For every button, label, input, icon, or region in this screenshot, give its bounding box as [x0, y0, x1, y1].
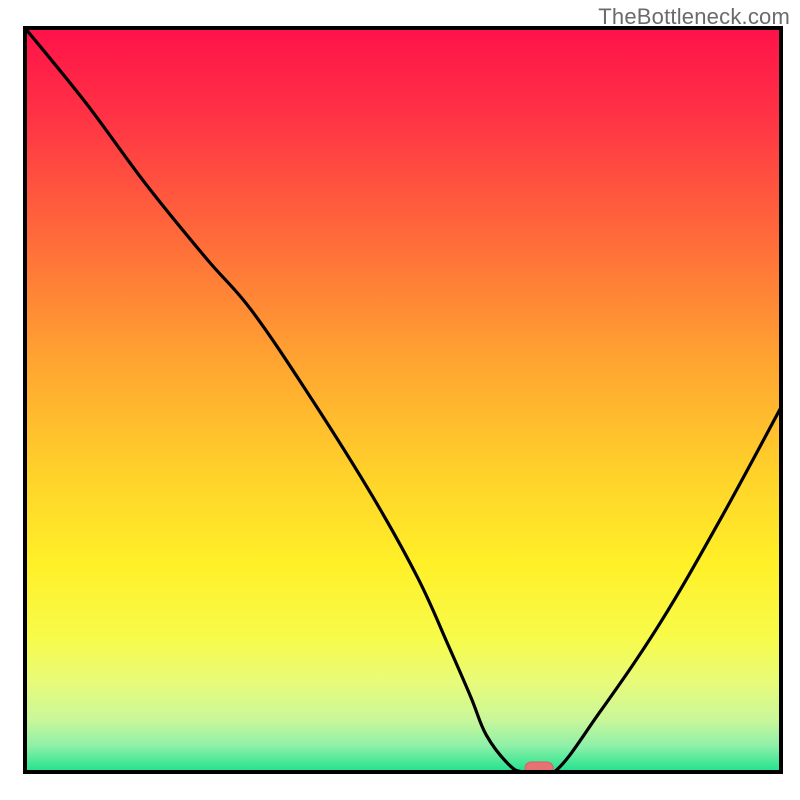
gradient-background — [25, 28, 781, 772]
chart-container: { "watermark": "TheBottleneck.com", "col… — [0, 0, 800, 800]
bottleneck-chart — [0, 0, 800, 800]
watermark-text: TheBottleneck.com — [598, 4, 790, 30]
